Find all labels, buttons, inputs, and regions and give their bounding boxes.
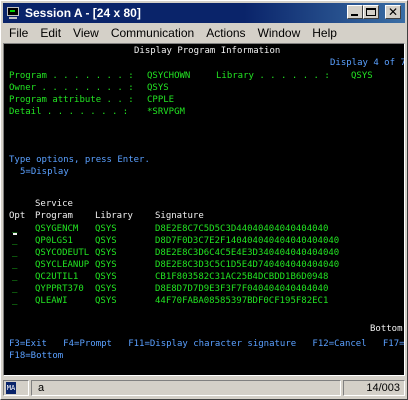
emulator-window: Session A - [24 x 80] ✕ File Edit View C… [0,0,408,400]
row-library: QSYS [95,284,117,294]
column-header-program: Program [35,211,73,221]
menu-window[interactable]: Window [252,24,307,42]
row-program: QSYCODEUTL [35,248,90,258]
minimize-button[interactable] [347,5,363,19]
message-indicator-badge: MA [6,382,16,394]
detail-value: *SRVPGM [147,107,185,117]
attribute-value: CPPLE [147,95,175,105]
row-library: QSYS [95,248,117,258]
row-program: QC2UTIL1 [35,272,79,282]
row-signature: D8E2E8C7C5D5C3D44040404040404040 [155,224,329,234]
menu-help[interactable]: Help [306,24,343,42]
row-program: QP0LGS1 [35,236,73,246]
option-legend: 5=Display [20,167,69,177]
column-header-service: Service [35,199,73,209]
menu-file[interactable]: File [3,24,34,42]
row-library: QSYS [95,296,117,306]
program-value: QSYCHOWN [147,71,191,81]
row-signature: D8D7F0D3C7E2F140404040404040404040 [155,236,340,246]
column-header-opt: Opt [9,211,26,221]
menu-bar: File Edit View Communication Actions Win… [3,24,405,42]
status-bar: MA a 14/003 [3,379,405,397]
row-option-input[interactable]: _ [12,295,17,307]
close-icon: ✕ [388,5,399,19]
menu-view[interactable]: View [67,24,105,42]
close-button[interactable]: ✕ [385,5,401,19]
function-keys-line-2[interactable]: F18=Bottom [9,350,63,362]
attribute-label: Program attribute . . : [9,95,134,105]
row-signature: D8E8D7D7D9E3F3F7F040404040404040 [155,284,329,294]
title-bar[interactable]: Session A - [24 x 80] ✕ [3,3,405,23]
row-signature: 44F70FABA08585397BDF0CF195F82EC1 [155,296,329,306]
row-signature: D8E2E8C3D6C4C5E4E3D340404040404040 [155,248,340,258]
detail-label: Detail . . . . . . . : [9,107,129,117]
row-library: QSYS [95,260,117,270]
row-program: QSYCLEANUP [35,260,90,270]
library-value: QSYS [351,71,373,81]
row-library: QSYS [95,272,117,282]
row-library: QSYS [95,236,117,246]
cursor-position: 14/003 [343,380,405,396]
row-option-input[interactable]: _ [12,283,17,295]
display-indicator: Display 4 of 7 [330,58,405,68]
owner-value: QSYS [147,83,169,93]
program-label: Program . . . . . . . : [9,71,134,81]
terminal-app-icon[interactable] [6,6,20,20]
row-signature: D8E2E8C3D3C5C1D5E4D740404040404040 [155,260,340,270]
row-option-input[interactable]: _ [12,247,17,259]
row-program: QLEAWI [35,296,68,306]
row-option-input[interactable]: _ [12,271,17,283]
row-program: QYPPRT370 [35,284,84,294]
library-label: Library . . . . . . : [216,71,330,81]
row-option-input[interactable]: _ [12,235,17,247]
text-cursor [13,233,17,235]
function-keys-line-1[interactable]: F3=Exit F4=Prompt F11=Display character … [9,338,404,350]
maximize-button[interactable] [363,5,379,19]
menu-communication[interactable]: Communication [105,24,200,42]
terminal-screen[interactable]: Display Program Information Display 4 of… [3,43,405,376]
window-title: Session A - [24 x 80] [25,6,141,20]
column-header-library: Library [95,211,133,221]
owner-label: Owner . . . . . . . . : [9,83,134,93]
screen-title: Display Program Information [134,46,281,56]
row-library: QSYS [95,224,117,234]
instructions-text: Type options, press Enter. [9,155,150,165]
menu-edit[interactable]: Edit [34,24,67,42]
row-option-input[interactable]: _ [12,259,17,271]
column-header-signature: Signature [155,211,204,221]
row-program: QSYGENCM [35,224,79,234]
menu-actions[interactable]: Actions [200,24,251,42]
maximize-icon [366,8,376,16]
row-signature: CB1F803582C31AC25B4DCBDD1B6D0948 [155,272,329,282]
status-mode-segment: MA [3,380,29,396]
more-indicator: Bottom [370,324,403,334]
status-session-letter: a [31,380,341,396]
minimize-icon [351,14,358,16]
